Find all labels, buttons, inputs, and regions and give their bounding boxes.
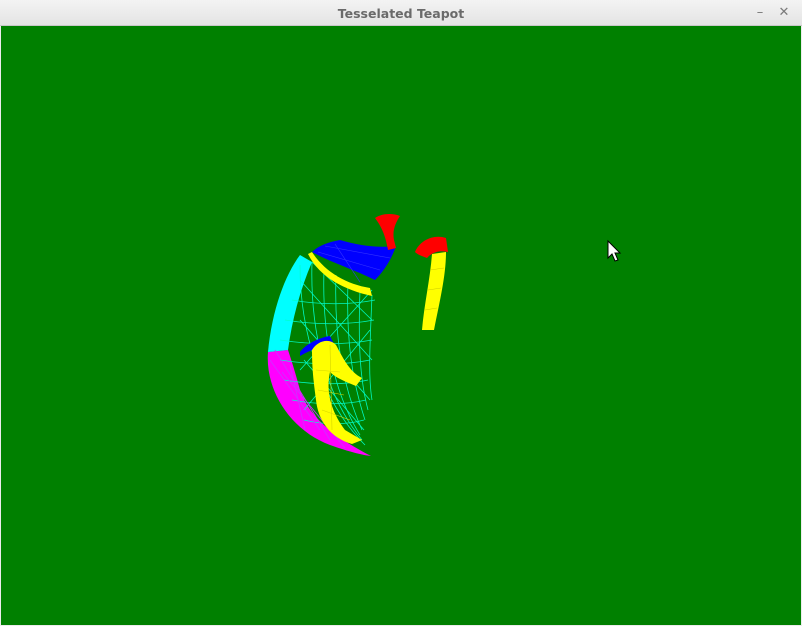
close-button[interactable]: ✕	[775, 4, 793, 22]
gl-canvas[interactable]	[1, 26, 801, 625]
app-window: Tesselated Teapot – ✕	[0, 0, 802, 626]
title-bar[interactable]: Tesselated Teapot – ✕	[0, 0, 802, 26]
minimize-button[interactable]: –	[751, 4, 769, 22]
window-title: Tesselated Teapot	[337, 6, 465, 21]
teapot-render	[1, 26, 801, 625]
scene-background	[1, 26, 801, 625]
